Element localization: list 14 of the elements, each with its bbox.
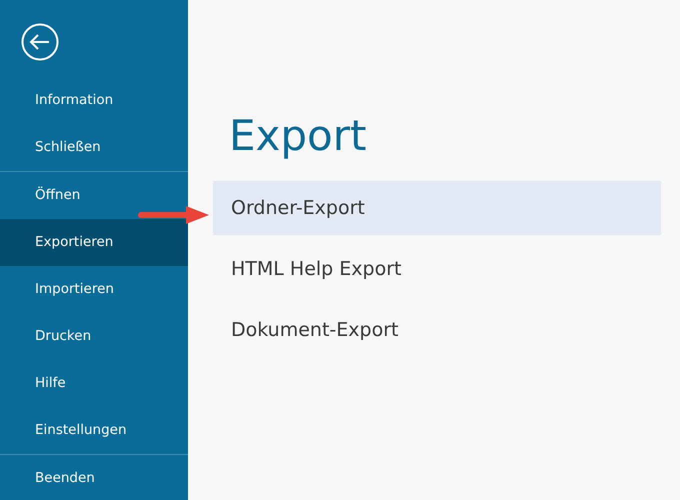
export-option[interactable]: Ordner-Export bbox=[213, 181, 661, 235]
page-title: Export bbox=[229, 110, 368, 162]
export-option[interactable]: Dokument-Export bbox=[213, 303, 661, 357]
sidebar-item[interactable]: Drucken bbox=[0, 313, 188, 360]
sidebar-item[interactable]: Importieren bbox=[0, 266, 188, 313]
pointer-arrow-icon bbox=[138, 204, 210, 226]
sidebar-item[interactable]: Öffnen bbox=[0, 172, 188, 219]
sidebar-item[interactable]: Exportieren bbox=[0, 219, 188, 266]
sidebar-item[interactable]: Information bbox=[0, 77, 188, 124]
sidebar-item[interactable]: Hilfe bbox=[0, 360, 188, 407]
sidebar-item[interactable]: Einstellungen bbox=[0, 407, 188, 454]
export-option[interactable]: HTML Help Export bbox=[213, 242, 661, 296]
sidebar-item[interactable]: Beenden bbox=[0, 455, 188, 500]
sidebar-item[interactable]: Schließen bbox=[0, 124, 188, 171]
